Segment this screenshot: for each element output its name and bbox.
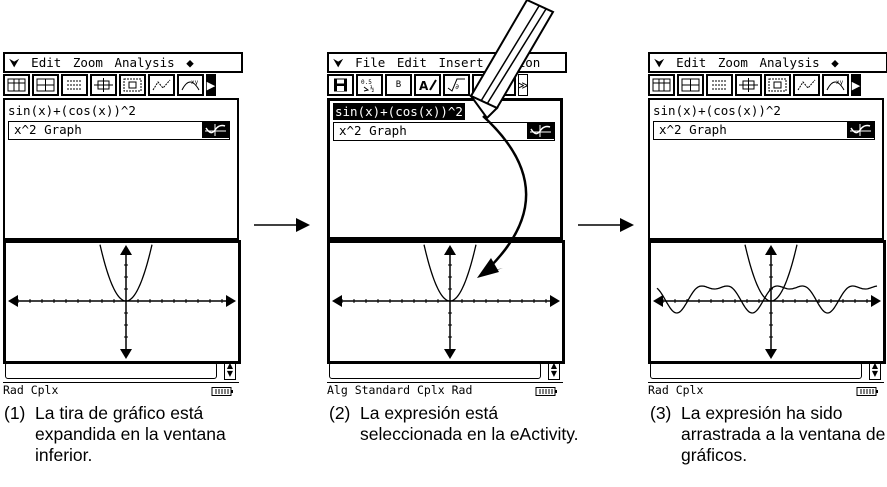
expression-text[interactable]: sin(x)+(cos(x))^2 xyxy=(8,102,136,119)
menu-analysis[interactable]: Analysis xyxy=(759,55,819,70)
strip-label: x^2 Graph xyxy=(659,122,727,137)
zoom-out-icon[interactable] xyxy=(119,74,146,96)
graph-strip[interactable]: x^2 Graph xyxy=(653,121,875,140)
x-axis-arrow-left xyxy=(653,295,663,307)
scroll-stepper[interactable]: ▲ ▼ xyxy=(224,361,236,380)
graph-type-icon[interactable]: xy xyxy=(177,74,204,96)
trace-icon[interactable] xyxy=(793,74,820,96)
diamond-icon[interactable]: ◆ xyxy=(831,55,839,70)
menu-edit[interactable]: Edit xyxy=(31,55,61,70)
menu-zoom[interactable]: Zoom xyxy=(718,55,748,70)
caption-text: La tira de gráfico está expandida en la … xyxy=(35,403,226,465)
toolbar-next-icon[interactable]: ▶ xyxy=(851,74,861,96)
caption-text: La expresión ha sido arrastrada a la ven… xyxy=(681,403,886,465)
y-axis-arrow-up xyxy=(120,245,132,255)
caption-text: La expresión está seleccionada en la eAc… xyxy=(360,403,579,444)
arrow-right-icon xyxy=(254,218,310,232)
svg-text:xy: xy xyxy=(191,79,199,86)
scroll-stepper[interactable]: ▲ ▼ xyxy=(548,361,560,380)
battery-icon xyxy=(211,385,233,396)
zoom-box-icon[interactable] xyxy=(735,74,762,96)
status-bar: Rad Cplx xyxy=(3,382,239,397)
menu-edit[interactable]: Edit xyxy=(676,55,706,70)
menu-bar: ⮟ Edit Zoom Analysis ◆ xyxy=(3,52,243,73)
zoom-box-icon[interactable] xyxy=(90,74,117,96)
strip-label: x^2 Graph xyxy=(14,122,82,137)
eactivity-window: sin(x)+(cos(x))^2 x^2 Graph xyxy=(648,98,884,240)
graph-window[interactable] xyxy=(3,240,241,364)
arrow-right-icon xyxy=(578,218,634,232)
drag-arrow xyxy=(482,115,528,269)
status-text: Rad Cplx xyxy=(648,383,704,397)
y-axis-arrow-down xyxy=(120,349,132,359)
battery-icon xyxy=(535,385,557,396)
stylus-icon xyxy=(467,0,555,278)
menu-zoom[interactable]: Zoom xyxy=(73,55,103,70)
input-bar[interactable] xyxy=(650,362,862,379)
split-table-icon[interactable] xyxy=(32,74,59,96)
split-table-icon[interactable] xyxy=(677,74,704,96)
eactivity-window: sin(x)+(cos(x))^2 x^2 Graph xyxy=(3,98,239,240)
battery-icon xyxy=(856,385,878,396)
toolbar: xy ▶ xyxy=(3,74,239,96)
table-icon[interactable] xyxy=(648,74,675,96)
status-bar: Rad Cplx xyxy=(648,382,884,397)
toolbar: xy ▶ xyxy=(648,74,884,96)
graph-type-icon[interactable]: xy xyxy=(822,74,849,96)
caption-number: (3) xyxy=(650,403,672,423)
diamond-icon[interactable]: ◆ xyxy=(186,55,194,70)
screen-3: ⮟ Edit Zoom Analysis ◆ xy ▶ sin(x)+(cos(… xyxy=(648,52,887,397)
caption-number: (2) xyxy=(329,403,351,423)
graph-plot xyxy=(8,244,236,359)
menu-icon[interactable]: ⮟ xyxy=(9,55,20,70)
caption-number: (1) xyxy=(4,403,26,423)
graph-icon[interactable] xyxy=(202,122,229,138)
svg-text:xy: xy xyxy=(836,79,844,86)
equation-list-icon[interactable] xyxy=(61,74,88,96)
screen-1: ⮟ Edit Zoom Analysis ◆ xy ▶ sin(x)+(cos(… xyxy=(3,52,243,397)
expression-text[interactable]: sin(x)+(cos(x))^2 xyxy=(653,102,781,119)
y-axis-arrow-down xyxy=(765,349,777,359)
input-bar[interactable] xyxy=(329,362,541,379)
x-axis-arrow-left xyxy=(8,295,18,307)
x-axis-arrow-right xyxy=(871,295,881,307)
scroll-stepper[interactable]: ▲ ▼ xyxy=(869,361,881,380)
y-axis-arrow-up xyxy=(765,245,777,255)
x-axis-arrow-right xyxy=(226,295,236,307)
y-axis-arrow-down xyxy=(444,349,456,359)
equation-list-icon[interactable] xyxy=(706,74,733,96)
zoom-out-icon[interactable] xyxy=(764,74,791,96)
table-icon[interactable] xyxy=(3,74,30,96)
menu-bar: ⮟ Edit Zoom Analysis ◆ xyxy=(648,52,887,73)
trace-icon[interactable] xyxy=(148,74,175,96)
graph-strip[interactable]: x^2 Graph xyxy=(8,121,230,140)
status-text: Alg Standard Cplx Rad xyxy=(327,383,473,397)
status-text: Rad Cplx xyxy=(3,383,59,397)
graph-plot xyxy=(653,244,881,359)
status-bar: Alg Standard Cplx Rad xyxy=(327,382,563,397)
menu-icon[interactable]: ⮟ xyxy=(654,55,665,70)
menu-analysis[interactable]: Analysis xyxy=(114,55,174,70)
graph-icon[interactable] xyxy=(847,122,874,138)
graph-window[interactable] xyxy=(648,240,886,364)
input-bar[interactable] xyxy=(5,362,217,379)
toolbar-next-icon[interactable]: ▶ xyxy=(206,74,216,96)
